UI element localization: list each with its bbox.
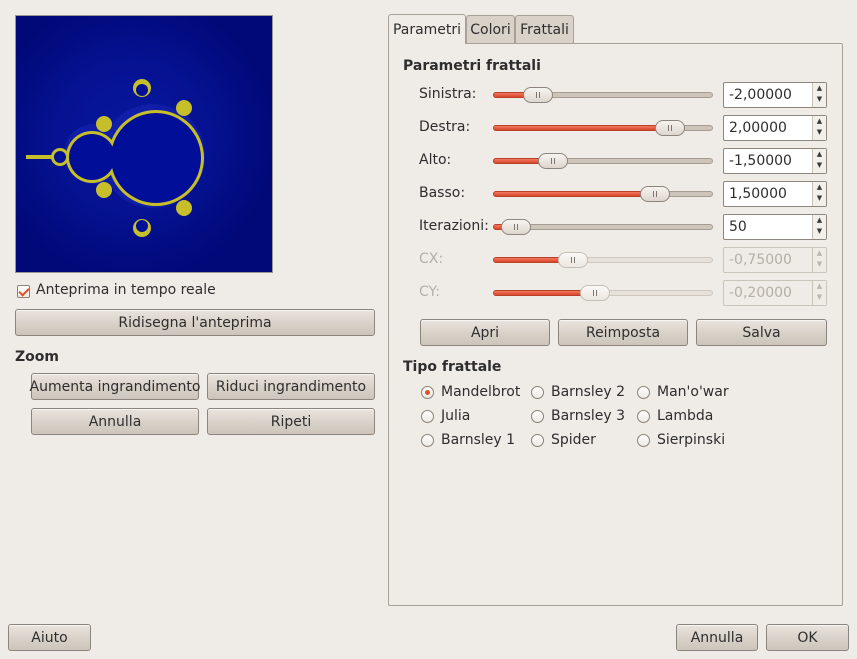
spin-arrows-icon[interactable]: ▲ ▼ — [812, 149, 826, 173]
slider-handle — [580, 285, 611, 301]
zoom-in-button[interactable]: Aumenta ingrandimento — [30, 373, 200, 400]
spin-value: 1,50000 — [729, 186, 787, 202]
param-label-alto: Alto: — [419, 152, 452, 168]
radio-spider[interactable] — [531, 434, 544, 447]
radio-julia[interactable] — [421, 410, 434, 423]
radio-barnsley-1[interactable] — [421, 434, 434, 447]
fractal-type-title: Tipo frattale — [403, 359, 502, 375]
spin-value: -2,00000 — [729, 87, 792, 103]
spin-value: -0,75000 — [729, 252, 792, 268]
redraw-preview-button[interactable]: Ridisegna l'anteprima — [15, 309, 375, 336]
slider-fill — [493, 191, 654, 197]
param-spinbutton-cx: -0,75000 ▲ ▼ — [723, 247, 827, 273]
spin-arrows-icon: ▲ ▼ — [812, 281, 826, 305]
param-label-cx: CX: — [419, 251, 444, 267]
radio-sierpinski[interactable] — [637, 434, 650, 447]
param-slider-basso[interactable] — [493, 186, 713, 202]
spin-value: -1,50000 — [729, 153, 792, 169]
radio-man-o-war[interactable] — [637, 386, 650, 399]
radio-label-barnsley-2[interactable]: Barnsley 2 — [551, 384, 625, 400]
save-button[interactable]: Salva — [696, 319, 827, 346]
radio-lambda[interactable] — [637, 410, 650, 423]
param-slider-cx — [493, 252, 713, 268]
param-slider-destra[interactable] — [493, 120, 713, 136]
spin-value: 50 — [729, 219, 747, 235]
slider-handle[interactable] — [523, 87, 553, 103]
slider-handle[interactable] — [538, 153, 569, 169]
spin-value: -0,20000 — [729, 285, 792, 301]
spin-arrows-icon[interactable]: ▲ ▼ — [812, 116, 826, 140]
tab-colori[interactable]: Colori — [466, 15, 515, 43]
open-button[interactable]: Apri — [420, 319, 550, 346]
param-spinbutton-destra[interactable]: 2,00000 ▲ ▼ — [723, 115, 827, 141]
fractal-preview-image[interactable] — [15, 15, 273, 273]
param-label-basso: Basso: — [419, 185, 466, 201]
realtime-preview-label: Anteprima in tempo reale — [36, 282, 216, 298]
param-slider-iterazioni[interactable] — [493, 219, 713, 235]
radio-label-julia[interactable]: Julia — [441, 408, 470, 424]
slider-handle — [558, 252, 589, 268]
radio-label-lambda[interactable]: Lambda — [657, 408, 713, 424]
tab-parametri[interactable]: Parametri — [388, 14, 466, 44]
spin-arrows-icon[interactable]: ▲ ▼ — [812, 182, 826, 206]
radio-label-man-o-war[interactable]: Man'o'war — [657, 384, 729, 400]
zoom-undo-button[interactable]: Annulla — [31, 408, 199, 435]
tab-frattali[interactable]: Frattali — [515, 15, 574, 43]
spin-arrows-icon[interactable]: ▲ ▼ — [812, 83, 826, 107]
radio-label-barnsley-1[interactable]: Barnsley 1 — [441, 432, 515, 448]
zoom-out-button[interactable]: Riduci ingrandimento — [207, 373, 375, 400]
param-label-iterazioni: Iterazioni: — [419, 218, 489, 234]
slider-fill — [493, 290, 595, 296]
slider-handle[interactable] — [639, 186, 670, 202]
radio-label-mandelbrot[interactable]: Mandelbrot — [441, 384, 520, 400]
reset-button[interactable]: Reimposta — [558, 319, 688, 346]
zoom-redo-button[interactable]: Ripeti — [207, 408, 375, 435]
param-slider-sinistra[interactable] — [493, 87, 713, 103]
radio-label-sierpinski[interactable]: Sierpinski — [657, 432, 725, 448]
slider-handle[interactable] — [501, 219, 531, 235]
radio-mandelbrot[interactable] — [421, 386, 434, 399]
slider-fill — [493, 125, 669, 131]
param-label-cy: CY: — [419, 284, 440, 300]
realtime-preview-checkbox[interactable] — [17, 285, 30, 298]
param-spinbutton-alto[interactable]: -1,50000 ▲ ▼ — [723, 148, 827, 174]
spin-arrows-icon[interactable]: ▲ ▼ — [812, 215, 826, 239]
slider-handle[interactable] — [655, 120, 685, 136]
help-button[interactable]: Aiuto — [8, 624, 91, 651]
mandelbrot-graphic — [16, 16, 272, 272]
spin-arrows-icon: ▲ ▼ — [812, 248, 826, 272]
param-label-sinistra: Sinistra: — [419, 86, 477, 102]
radio-barnsley-2[interactable] — [531, 386, 544, 399]
param-spinbutton-cy: -0,20000 ▲ ▼ — [723, 280, 827, 306]
radio-label-barnsley-3[interactable]: Barnsley 3 — [551, 408, 625, 424]
param-label-destra: Destra: — [419, 119, 471, 135]
zoom-section-title: Zoom — [15, 349, 59, 365]
param-spinbutton-iterazioni[interactable]: 50 ▲ ▼ — [723, 214, 827, 240]
param-spinbutton-basso[interactable]: 1,50000 ▲ ▼ — [723, 181, 827, 207]
cancel-button[interactable]: Annulla — [676, 624, 758, 651]
ok-button[interactable]: OK — [766, 624, 849, 651]
radio-barnsley-3[interactable] — [531, 410, 544, 423]
param-spinbutton-sinistra[interactable]: -2,00000 ▲ ▼ — [723, 82, 827, 108]
radio-label-spider[interactable]: Spider — [551, 432, 596, 448]
spin-value: 2,00000 — [729, 120, 787, 136]
param-slider-cy — [493, 285, 713, 301]
param-slider-alto[interactable] — [493, 153, 713, 169]
fractal-parameters-title: Parametri frattali — [403, 58, 541, 74]
